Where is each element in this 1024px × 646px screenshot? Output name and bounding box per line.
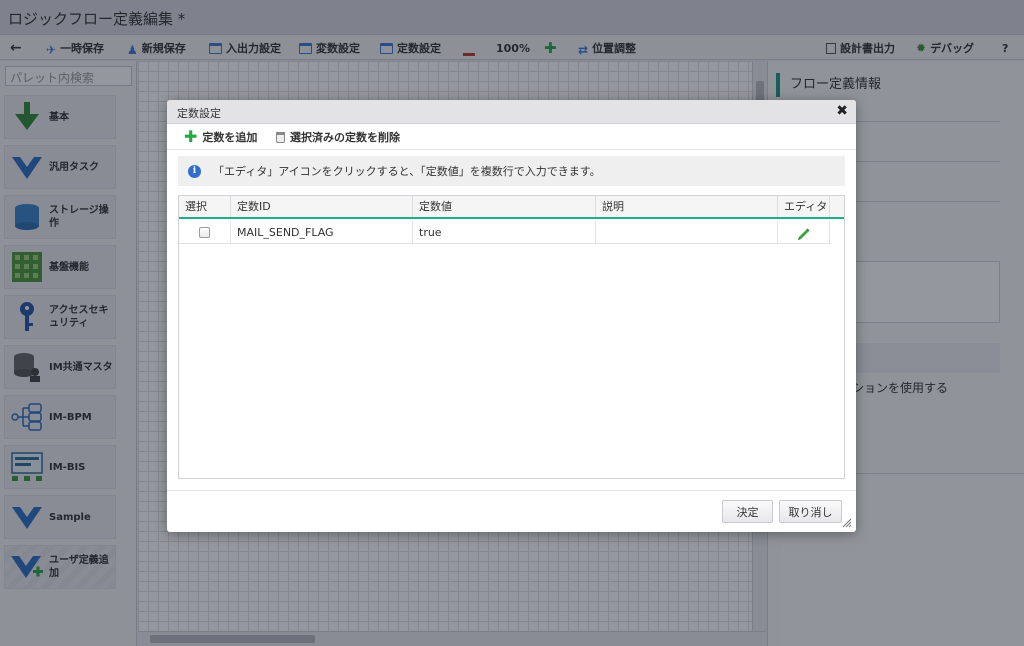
info-message-box: i 「エディタ」アイコンをクリックすると、「定数値」を複数行で入力できます。 [178,156,845,186]
ok-button[interactable]: 決定 [722,500,773,523]
cancel-button[interactable]: 取り消し [779,500,842,523]
column-header-editor[interactable]: エディタ [778,196,830,217]
constant-value-cell[interactable]: true [413,221,596,244]
add-constant-button[interactable]: ✚ 定数を追加 [184,129,257,145]
dialog-action-bar: ✚ 定数を追加 選択済みの定数を削除 [167,124,856,150]
editor-cell [778,221,830,244]
dialog-footer: 決定 取り消し [167,490,856,532]
constant-settings-dialog: 定数設定 ✖ ✚ 定数を追加 選択済みの定数を削除 i 「エディタ」アイコンをク… [167,100,856,532]
info-icon: i [188,164,201,178]
info-message: 「エディタ」アイコンをクリックすると、「定数値」を複数行で入力できます。 [213,165,601,178]
description-cell[interactable] [596,221,778,244]
plus-icon: ✚ [184,127,198,146]
select-cell [179,221,231,244]
dialog-title: 定数設定 [177,107,221,120]
delete-selected-button[interactable]: 選択済みの定数を削除 [276,129,400,145]
constants-table: 選択 定数ID 定数値 説明 エディタ MAIL_SEND_FLAG true [178,195,845,479]
close-icon[interactable]: ✖ [836,103,848,119]
dialog-title-bar: 定数設定 ✖ [167,100,856,124]
column-header-select[interactable]: 選択 [179,196,231,217]
delete-selected-label: 選択済みの定数を削除 [290,131,400,144]
trash-icon [276,131,285,143]
table-header: 選択 定数ID 定数値 説明 エディタ [179,196,844,219]
column-header-description[interactable]: 説明 [596,196,778,217]
row-checkbox[interactable] [199,227,210,238]
add-constant-label: 定数を追加 [202,131,258,144]
constant-id-cell[interactable]: MAIL_SEND_FLAG [231,221,413,244]
table-row[interactable]: MAIL_SEND_FLAG true [179,221,831,244]
pencil-icon[interactable] [797,226,811,249]
resize-handle-icon[interactable] [842,518,852,528]
column-header-constant-id[interactable]: 定数ID [231,196,413,217]
column-header-constant-value[interactable]: 定数値 [413,196,596,217]
